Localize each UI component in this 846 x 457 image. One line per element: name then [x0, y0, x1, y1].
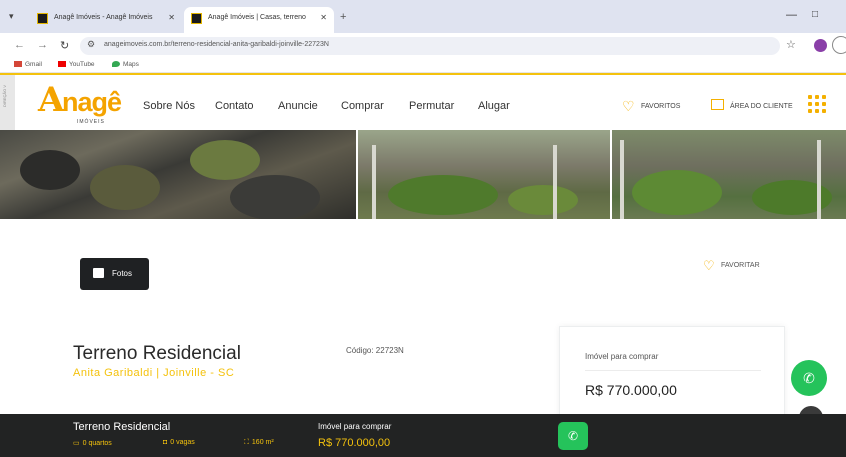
nav-comprar[interactable]: Comprar — [341, 100, 384, 112]
bottom-price: R$ 770.000,00 — [318, 437, 391, 449]
maximize-icon[interactable]: □ — [812, 9, 818, 20]
client-area-icon[interactable] — [711, 99, 724, 110]
maps-icon — [112, 61, 120, 67]
property-code: Código: 22723N — [346, 346, 404, 355]
browser-tab-bar: ▾ Anagê Imóveis - Anagê Imóveis ✕ Anagê … — [0, 0, 846, 33]
side-strip: DIREÇÃO V — [0, 75, 15, 130]
parking-feature: ◘ 0 vagas — [163, 439, 195, 446]
area-icon: ⛶ — [244, 439, 249, 446]
forward-icon[interactable]: → — [37, 39, 48, 51]
url-text: anageimoveis.com.br/terreno-residencial-… — [104, 41, 329, 48]
tab-title: Anagê Imóveis | Casas, terreno — [208, 14, 306, 21]
client-area-link[interactable]: ÁREA DO CLIENTE — [730, 103, 793, 110]
sticky-bottom-bar: Terreno Residencial ▭ 0 quartos ◘ 0 vagas … — [0, 414, 846, 457]
heart-icon[interactable]: ♡ — [703, 258, 715, 274]
bookmark-maps[interactable]: Maps — [112, 61, 139, 68]
property-location: Anita Garibaldi | Joinville - SC — [73, 367, 235, 379]
tab-close-icon[interactable]: ✕ — [320, 7, 327, 29]
gmail-icon — [14, 61, 22, 67]
gallery-photo[interactable] — [0, 130, 356, 219]
rock-shape — [230, 175, 320, 219]
bed-icon: ▭ — [73, 440, 80, 447]
profile-avatar[interactable] — [814, 39, 827, 52]
fence-post — [553, 145, 557, 219]
youtube-icon — [58, 61, 66, 67]
plant-shape — [632, 170, 722, 215]
nav-contato[interactable]: Contato — [215, 100, 254, 112]
bookmarks-bar: Gmail YouTube Maps — [0, 58, 846, 73]
whatsapp-bar-button[interactable]: ✆ — [558, 422, 588, 450]
whatsapp-icon: ✆ — [567, 429, 579, 443]
card-divider — [585, 370, 761, 371]
photos-button[interactable]: Fotos — [80, 258, 149, 290]
gallery-photo[interactable] — [358, 130, 610, 219]
apps-grid-icon[interactable] — [808, 95, 828, 115]
area-feature: ⛶ 160 m² — [244, 439, 274, 446]
site-header: DIREÇÃO V A nagê IMÓVEIS Sobre Nós Conta… — [0, 73, 846, 130]
whatsapp-float-button[interactable]: ✆ — [791, 360, 827, 396]
tab-favicon-icon — [191, 13, 202, 24]
nav-alugar[interactable]: Alugar — [478, 100, 510, 112]
browser-menu-icon[interactable] — [832, 36, 846, 54]
photo-gallery[interactable] — [0, 130, 846, 219]
bookmark-youtube[interactable]: YouTube — [58, 61, 95, 68]
card-label: Imóvel para comprar — [585, 352, 659, 361]
gallery-photo[interactable] — [612, 130, 846, 219]
back-icon[interactable]: ← — [14, 39, 25, 51]
favorites-link[interactable]: FAVORITOS — [641, 103, 680, 110]
grass-shape — [190, 140, 260, 180]
new-tab-icon[interactable]: + — [340, 11, 346, 23]
favorite-button[interactable]: FAVORITAR — [721, 262, 760, 269]
rock-shape — [90, 165, 160, 210]
plant-shape — [508, 185, 578, 215]
bedrooms-feature: ▭ 0 quartos — [73, 440, 112, 447]
property-title: Terreno Residencial — [73, 343, 241, 364]
fence-post — [620, 140, 624, 219]
bookmark-star-icon[interactable]: ☆ — [786, 38, 796, 51]
fence-post — [372, 145, 376, 219]
heart-icon[interactable]: ♡ — [622, 98, 635, 115]
address-bar[interactable]: ⚙ anageimoveis.com.br/terreno-residencia… — [80, 37, 780, 55]
bottom-title: Terreno Residencial — [73, 421, 171, 433]
tab-search-icon[interactable]: ▾ — [9, 11, 14, 22]
nav-sobre-nos[interactable]: Sobre Nós — [143, 100, 195, 112]
reload-icon[interactable]: ↻ — [60, 39, 69, 52]
nav-permutar[interactable]: Permutar — [409, 100, 454, 112]
whatsapp-icon: ✆ — [803, 370, 815, 386]
tab-favicon-icon — [37, 13, 48, 24]
minimize-icon[interactable]: — — [786, 9, 797, 21]
rock-shape — [20, 150, 80, 190]
bookmark-gmail[interactable]: Gmail — [14, 61, 42, 68]
tab-title: Anagê Imóveis - Anagê Imóveis — [54, 14, 153, 21]
car-icon: ◘ — [163, 439, 168, 446]
fence-post — [817, 140, 821, 219]
browser-toolbar: ← → ↻ ⚙ anageimoveis.com.br/terreno-resi… — [0, 33, 846, 58]
site-info-icon[interactable]: ⚙ — [87, 39, 95, 50]
bottom-buy-label: Imóvel para comprar — [318, 422, 392, 431]
tab-close-icon[interactable]: ✕ — [168, 7, 175, 29]
page: ▾ Anagê Imóveis - Anagê Imóveis ✕ Anagê … — [0, 0, 846, 457]
nav-anuncie[interactable]: Anuncie — [278, 100, 318, 112]
image-icon — [93, 268, 104, 278]
card-price: R$ 770.000,00 — [585, 382, 677, 398]
browser-tab-active[interactable]: Anagê Imóveis | Casas, terreno ✕ — [184, 7, 334, 33]
plant-shape — [388, 175, 498, 215]
browser-tab[interactable]: Anagê Imóveis - Anagê Imóveis ✕ — [30, 7, 182, 33]
price-card: Imóvel para comprar R$ 770.000,00 — [559, 326, 785, 426]
